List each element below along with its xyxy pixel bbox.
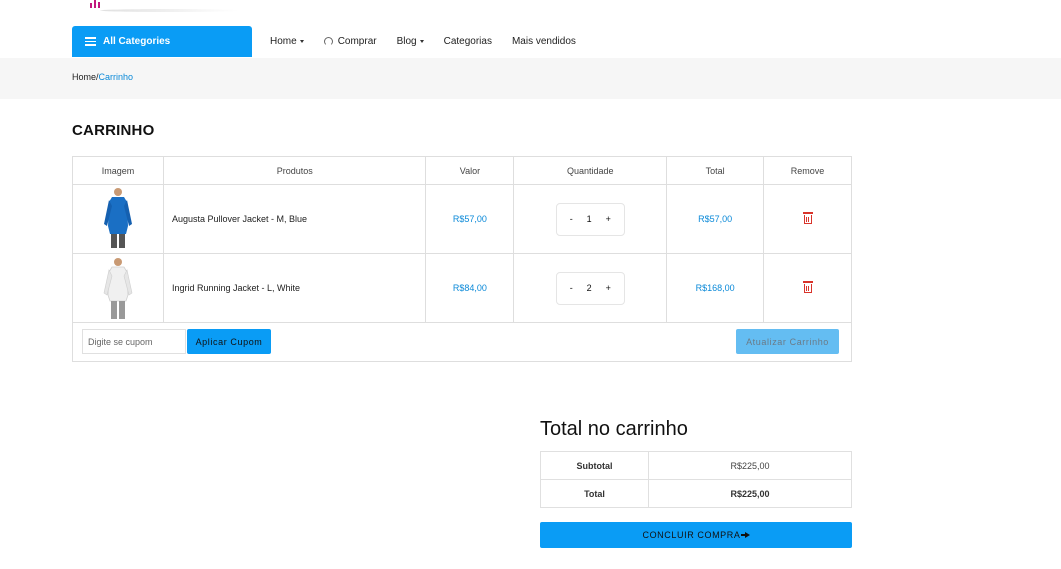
quantity-stepper[interactable]: - 1 +	[555, 202, 625, 236]
product-name[interactable]: Augusta Pullover Jacket - M, Blue	[162, 184, 427, 254]
trash-icon[interactable]	[802, 212, 813, 224]
decrease-button[interactable]: -	[570, 214, 573, 224]
breadcrumb-current: Carrinho	[98, 72, 134, 82]
coupon-input[interactable]	[82, 329, 186, 354]
column-header-imagem: Imagem	[72, 156, 164, 185]
arrow-right-icon	[740, 532, 750, 538]
product-name[interactable]: Ingrid Running Jacket - L, White	[162, 253, 427, 323]
column-header-produtos: Produtos	[162, 156, 427, 185]
checkout-label: CONCLUIR COMPRA	[642, 530, 741, 540]
table-row: Total R$225,00	[540, 479, 852, 508]
table-row: Ingrid Running Jacket - L, White R$84,00…	[72, 253, 852, 323]
line-total: R$57,00	[666, 184, 765, 254]
menu-icon	[85, 37, 96, 46]
breadcrumb-home[interactable]: Home	[72, 72, 96, 82]
nav-mais-vendidos-label: Mais vendidos	[511, 36, 576, 47]
product-image[interactable]	[88, 186, 148, 252]
table-row: Subtotal R$225,00	[540, 451, 852, 480]
nav-categorias[interactable]: Categorias	[444, 36, 492, 47]
main-nav: Home Comprar Blog Categorias Mais vendid…	[262, 26, 588, 57]
cart-table: Imagem Produtos Valor Quantidade Total R…	[72, 156, 852, 323]
nav-comprar[interactable]: Comprar	[323, 36, 377, 47]
nav-blog[interactable]: Blog	[397, 36, 424, 47]
increase-button[interactable]: +	[606, 283, 611, 293]
breadcrumb-bar	[0, 58, 1061, 99]
product-price: R$57,00	[425, 184, 515, 254]
nav-comprar-label: Comprar	[337, 36, 377, 47]
quantity-cell: - 2 +	[513, 253, 668, 323]
trash-icon[interactable]	[802, 281, 813, 293]
nav-home[interactable]: Home	[270, 36, 304, 47]
column-header-remove: Remove	[763, 156, 852, 185]
subtotal-label: Subtotal	[540, 451, 649, 480]
column-header-quantidade: Quantidade	[513, 156, 668, 185]
breadcrumb: Home/Carrinho	[72, 72, 133, 82]
cart-totals-title: Total no carrinho	[540, 418, 688, 440]
product-image-cell	[72, 184, 164, 254]
cart-header-row: Imagem Produtos Valor Quantidade Total R…	[72, 156, 852, 185]
apply-coupon-button[interactable]: Aplicar Cupom	[187, 329, 271, 354]
logo[interactable]	[90, 0, 104, 8]
remove-cell	[763, 184, 852, 254]
top-header: All Categories Home Comprar Blog Categor…	[0, 0, 1061, 58]
column-header-valor: Valor	[425, 156, 515, 185]
all-categories-button[interactable]: All Categories	[72, 26, 252, 57]
table-row: Augusta Pullover Jacket - M, Blue R$57,0…	[72, 184, 852, 254]
caret-down-icon	[419, 40, 424, 43]
quantity-cell: - 1 +	[513, 184, 668, 254]
product-image[interactable]	[88, 255, 148, 321]
caret-down-icon	[299, 40, 304, 43]
headset-icon	[323, 37, 333, 46]
cart-actions-row: Aplicar Cupom Atualizar Carrinho	[72, 322, 852, 362]
product-image-cell	[72, 253, 164, 323]
total-value: R$225,00	[648, 479, 852, 508]
quantity-value[interactable]: 2	[587, 283, 592, 293]
increase-button[interactable]: +	[606, 214, 611, 224]
update-cart-button[interactable]: Atualizar Carrinho	[736, 329, 839, 354]
nav-home-label: Home	[270, 36, 297, 47]
checkout-button[interactable]: CONCLUIR COMPRA	[540, 522, 852, 548]
quantity-stepper[interactable]: - 2 +	[555, 271, 625, 305]
product-price: R$84,00	[425, 253, 515, 323]
decrease-button[interactable]: -	[570, 283, 573, 293]
column-header-total: Total	[666, 156, 765, 185]
subtotal-value: R$225,00	[648, 451, 852, 480]
cart-totals-table: Subtotal R$225,00 Total R$225,00	[540, 451, 852, 508]
all-categories-label: All Categories	[103, 36, 171, 47]
remove-cell	[763, 253, 852, 323]
nav-categorias-label: Categorias	[443, 36, 492, 47]
page-title: CARRINHO	[72, 122, 155, 139]
quantity-value[interactable]: 1	[587, 214, 592, 224]
line-total: R$168,00	[666, 253, 765, 323]
nav-blog-label: Blog	[396, 36, 417, 47]
total-label: Total	[540, 479, 649, 508]
logo-shadow	[100, 9, 240, 12]
nav-mais-vendidos[interactable]: Mais vendidos	[512, 36, 576, 47]
